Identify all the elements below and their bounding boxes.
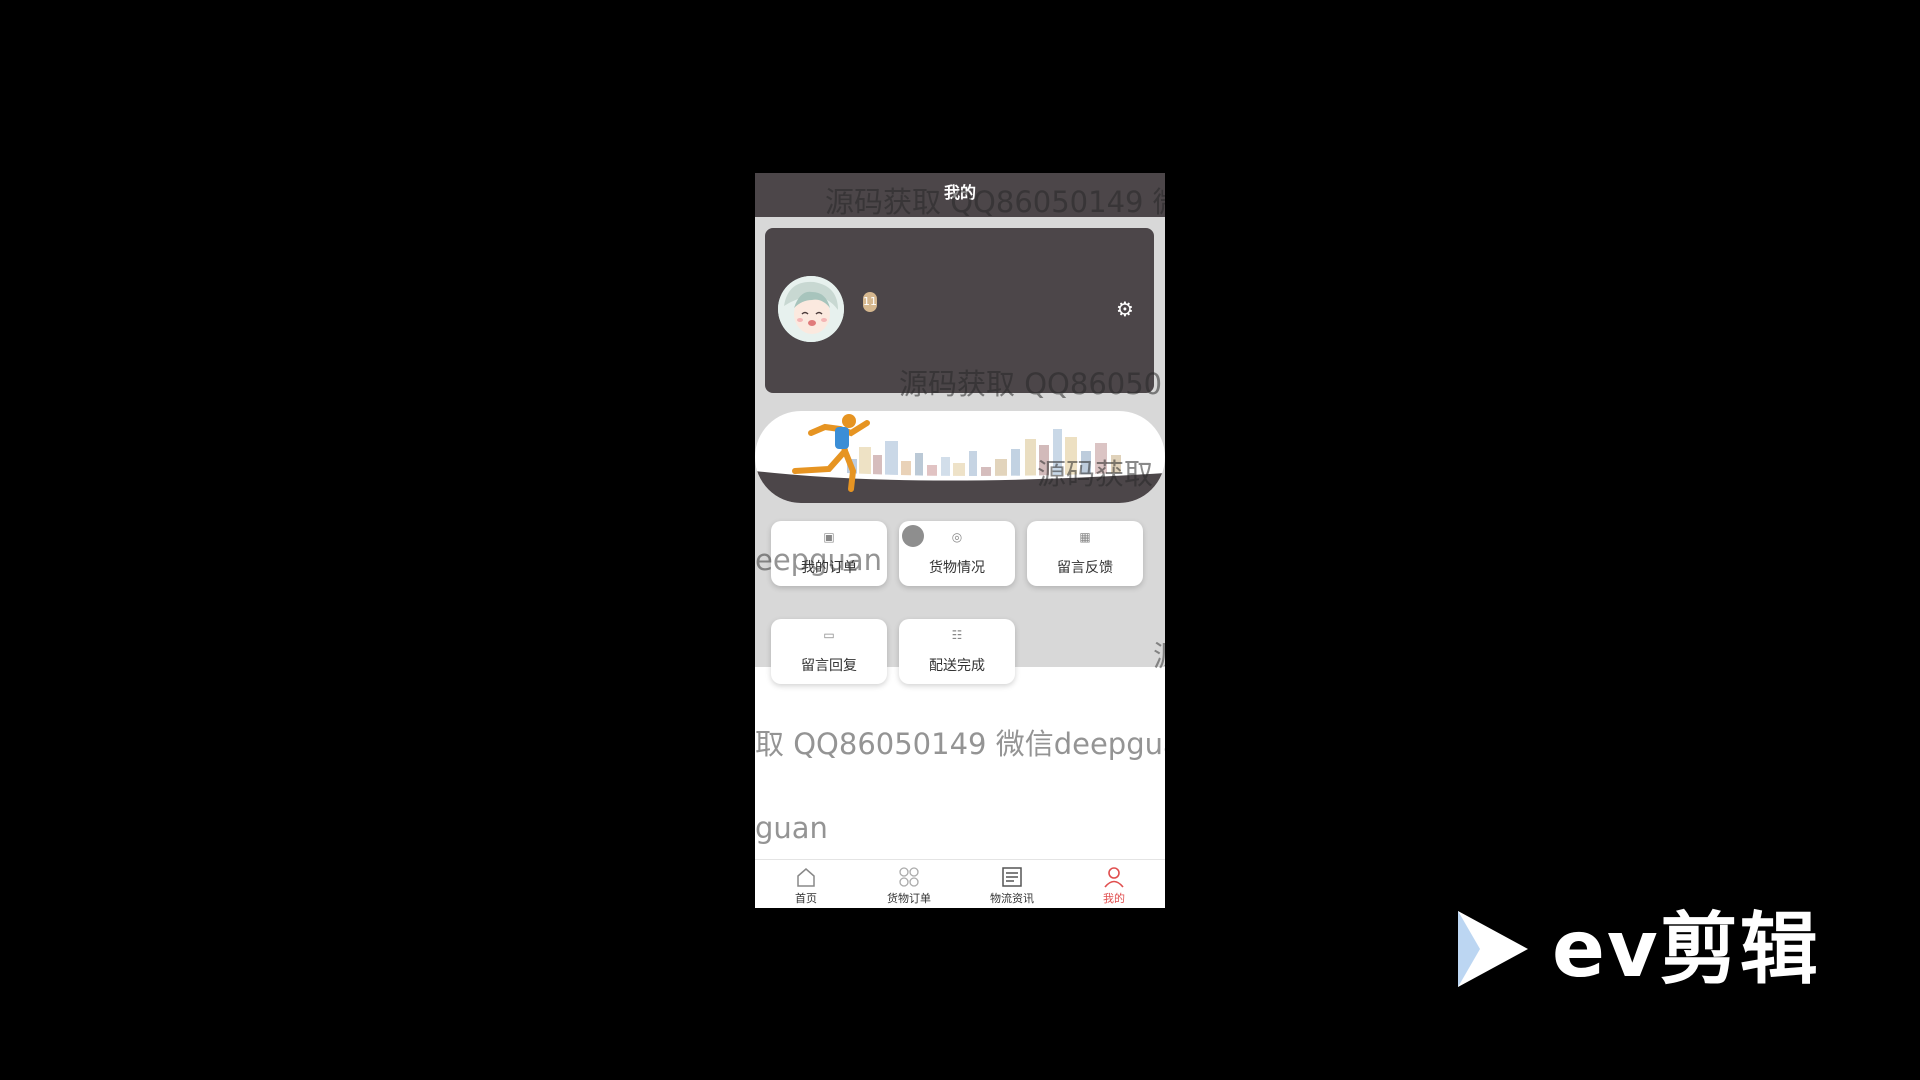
menu-label: 货物情况 [929,560,985,576]
tab-label: 我的 [1103,892,1125,905]
home-icon [797,868,815,887]
reply-icon: ▭ [823,628,835,642]
menu-reply[interactable]: ▭ 留言回复 [771,619,887,684]
tab-logistics-news[interactable]: 物流资讯 [961,860,1063,908]
tab-goods-orders[interactable]: 货物订单 [858,860,960,908]
page-title: 我的 [943,183,976,202]
menu-my-orders[interactable]: ▣ 我的订单 [771,521,887,586]
tab-label: 货物订单 [887,892,931,905]
menu-label: 配送完成 [929,658,985,674]
phone-screen: 我的 11 ⚙ ▣ 我的订单 ◎ 货物情况 ▦ 留言反馈 ▭ 留言回复 ☷ 配送… [755,173,1165,908]
avatar-image [778,276,844,342]
touch-indicator [902,525,924,547]
watermark-text: 取 QQ86050149 微信deepgua [755,727,1165,761]
nav-bar: 我的 [755,173,1165,217]
feedback-icon: ▦ [1079,530,1091,544]
running-banner [755,411,1165,503]
watermark-text: guan [755,811,828,845]
settings-gear-icon[interactable]: ⚙ [1114,298,1136,320]
tab-label: 首页 [795,892,817,905]
menu-label: 留言回复 [801,658,857,674]
tab-bar: 首页 货物订单 物流资讯 我的 [755,859,1165,908]
tab-home[interactable]: 首页 [755,860,857,908]
menu-label: 我的订单 [801,560,857,576]
logo-text: ev剪辑 [1552,905,1820,995]
ev-editor-logo: ev剪辑 [1450,905,1820,995]
goods-icon: ◎ [951,530,963,544]
news-icon [1002,867,1022,887]
play-logo-icon [1458,911,1528,987]
level-badge: 11 [863,292,877,312]
tab-label: 物流资讯 [990,892,1034,905]
city-skyline-image [755,414,1165,503]
profile-card: 11 ⚙ [765,228,1154,393]
menu-label: 留言反馈 [1057,560,1113,576]
goods-order-icon [899,867,919,887]
delivery-done-icon: ☷ [951,628,963,642]
avatar[interactable] [778,276,844,342]
user-icon [1104,867,1124,888]
menu-delivery-done[interactable]: ☷ 配送完成 [899,619,1015,684]
tab-mine[interactable]: 我的 [1063,860,1165,908]
menu-feedback[interactable]: ▦ 留言反馈 [1027,521,1143,586]
order-icon: ▣ [823,530,835,544]
